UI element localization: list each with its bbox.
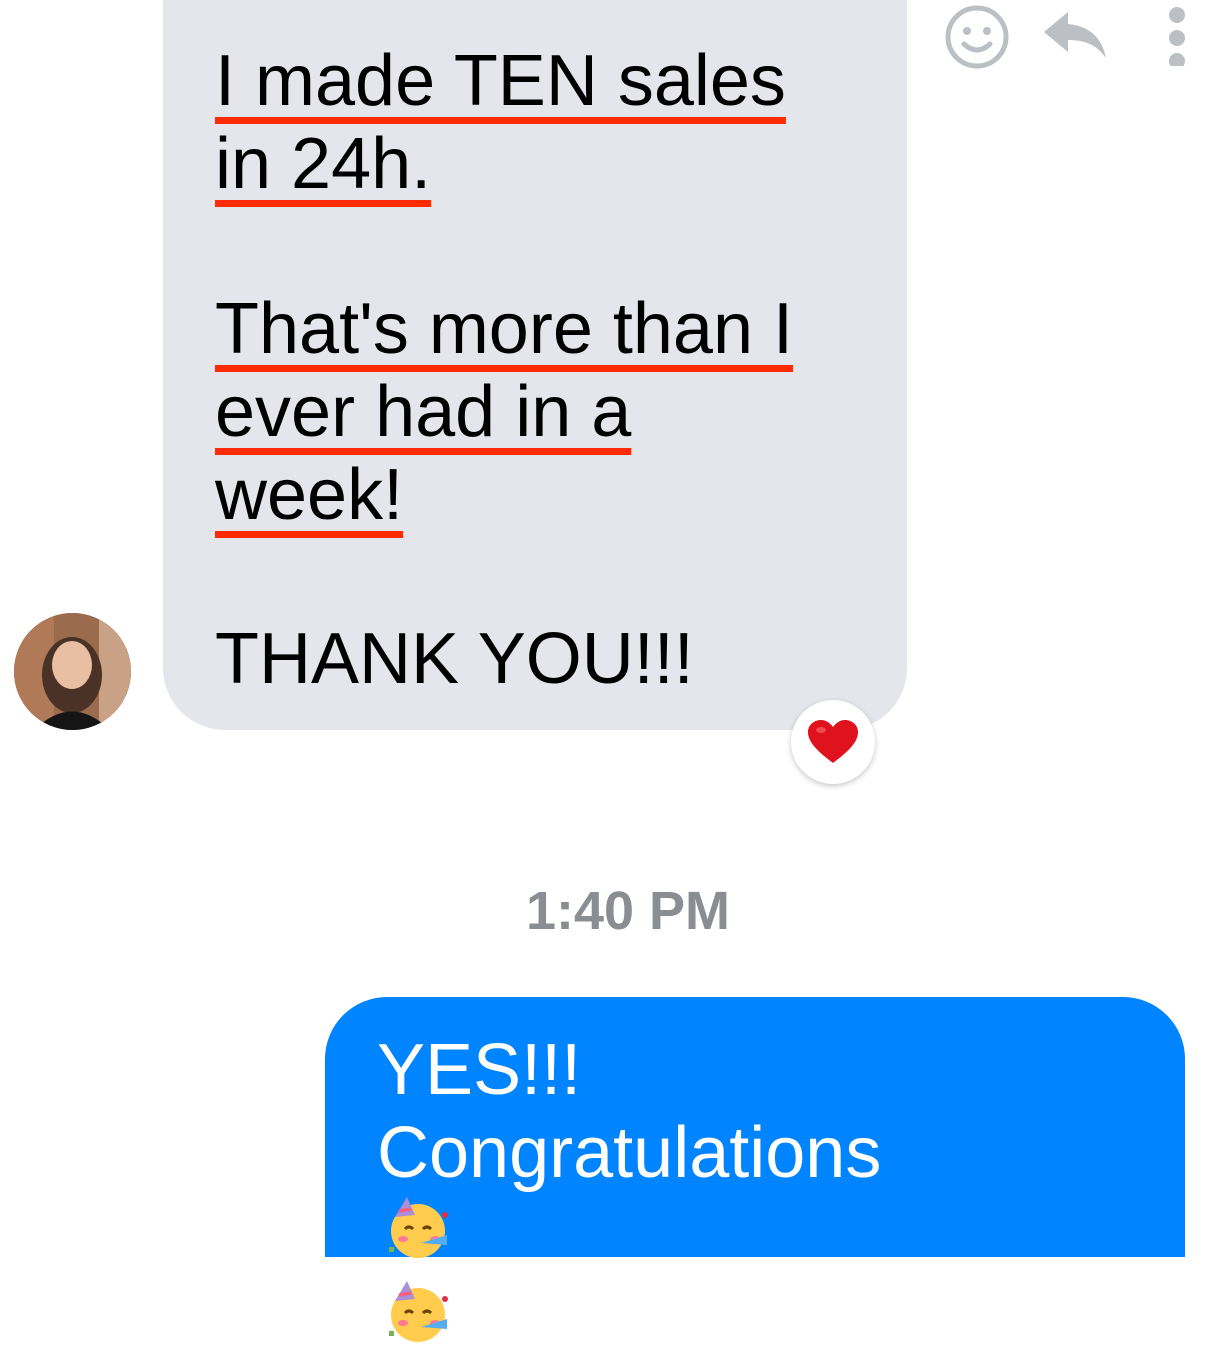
outgoing-message-bubble[interactable]: YES!!! Congratulations — [325, 997, 1185, 1342]
outgoing-line-with-emoji: Congratulations — [377, 1112, 881, 1363]
message-paragraph-sales: I made TEN sales in 24h. — [215, 40, 786, 206]
partying-face-icon — [389, 1197, 448, 1258]
smiley-face-icon — [945, 5, 1009, 69]
more-options-button[interactable] — [1162, 6, 1192, 71]
avatar-photo — [14, 613, 131, 730]
incoming-message-bubble[interactable]: I made TEN sales in 24h. That's more tha… — [163, 0, 907, 730]
outgoing-message-text: YES!!! Congratulations — [377, 1029, 881, 1363]
avatar[interactable] — [14, 613, 131, 730]
reply-arrow-icon — [1044, 12, 1106, 58]
reply-button[interactable] — [1040, 8, 1108, 65]
thank-you-line: THANK YOU!!! — [215, 619, 694, 699]
highlighted-line: in 24h. — [215, 124, 432, 204]
message-paragraph-thanks: THANK YOU!!! — [215, 618, 694, 701]
heart-reaction[interactable] — [791, 700, 875, 784]
highlighted-line: ever had in a — [215, 372, 632, 452]
outgoing-line: YES!!! — [377, 1030, 582, 1110]
highlighted-line: I made TEN sales — [215, 41, 786, 121]
partying-face-icon — [389, 1281, 448, 1342]
highlighted-line: week! — [215, 455, 404, 535]
partying-face-emoji — [385, 1279, 881, 1363]
heart-icon — [808, 720, 858, 763]
message-paragraph-week: That's more than I ever had in a week! — [215, 288, 793, 537]
partying-face-emoji — [385, 1195, 881, 1279]
react-button[interactable] — [944, 4, 1010, 75]
message-timestamp: 1:40 PM — [525, 881, 731, 941]
congratulations-text: Congratulations — [377, 1113, 882, 1193]
highlighted-line: That's more than I — [215, 289, 794, 369]
vertical-dots-icon — [1169, 7, 1185, 69]
